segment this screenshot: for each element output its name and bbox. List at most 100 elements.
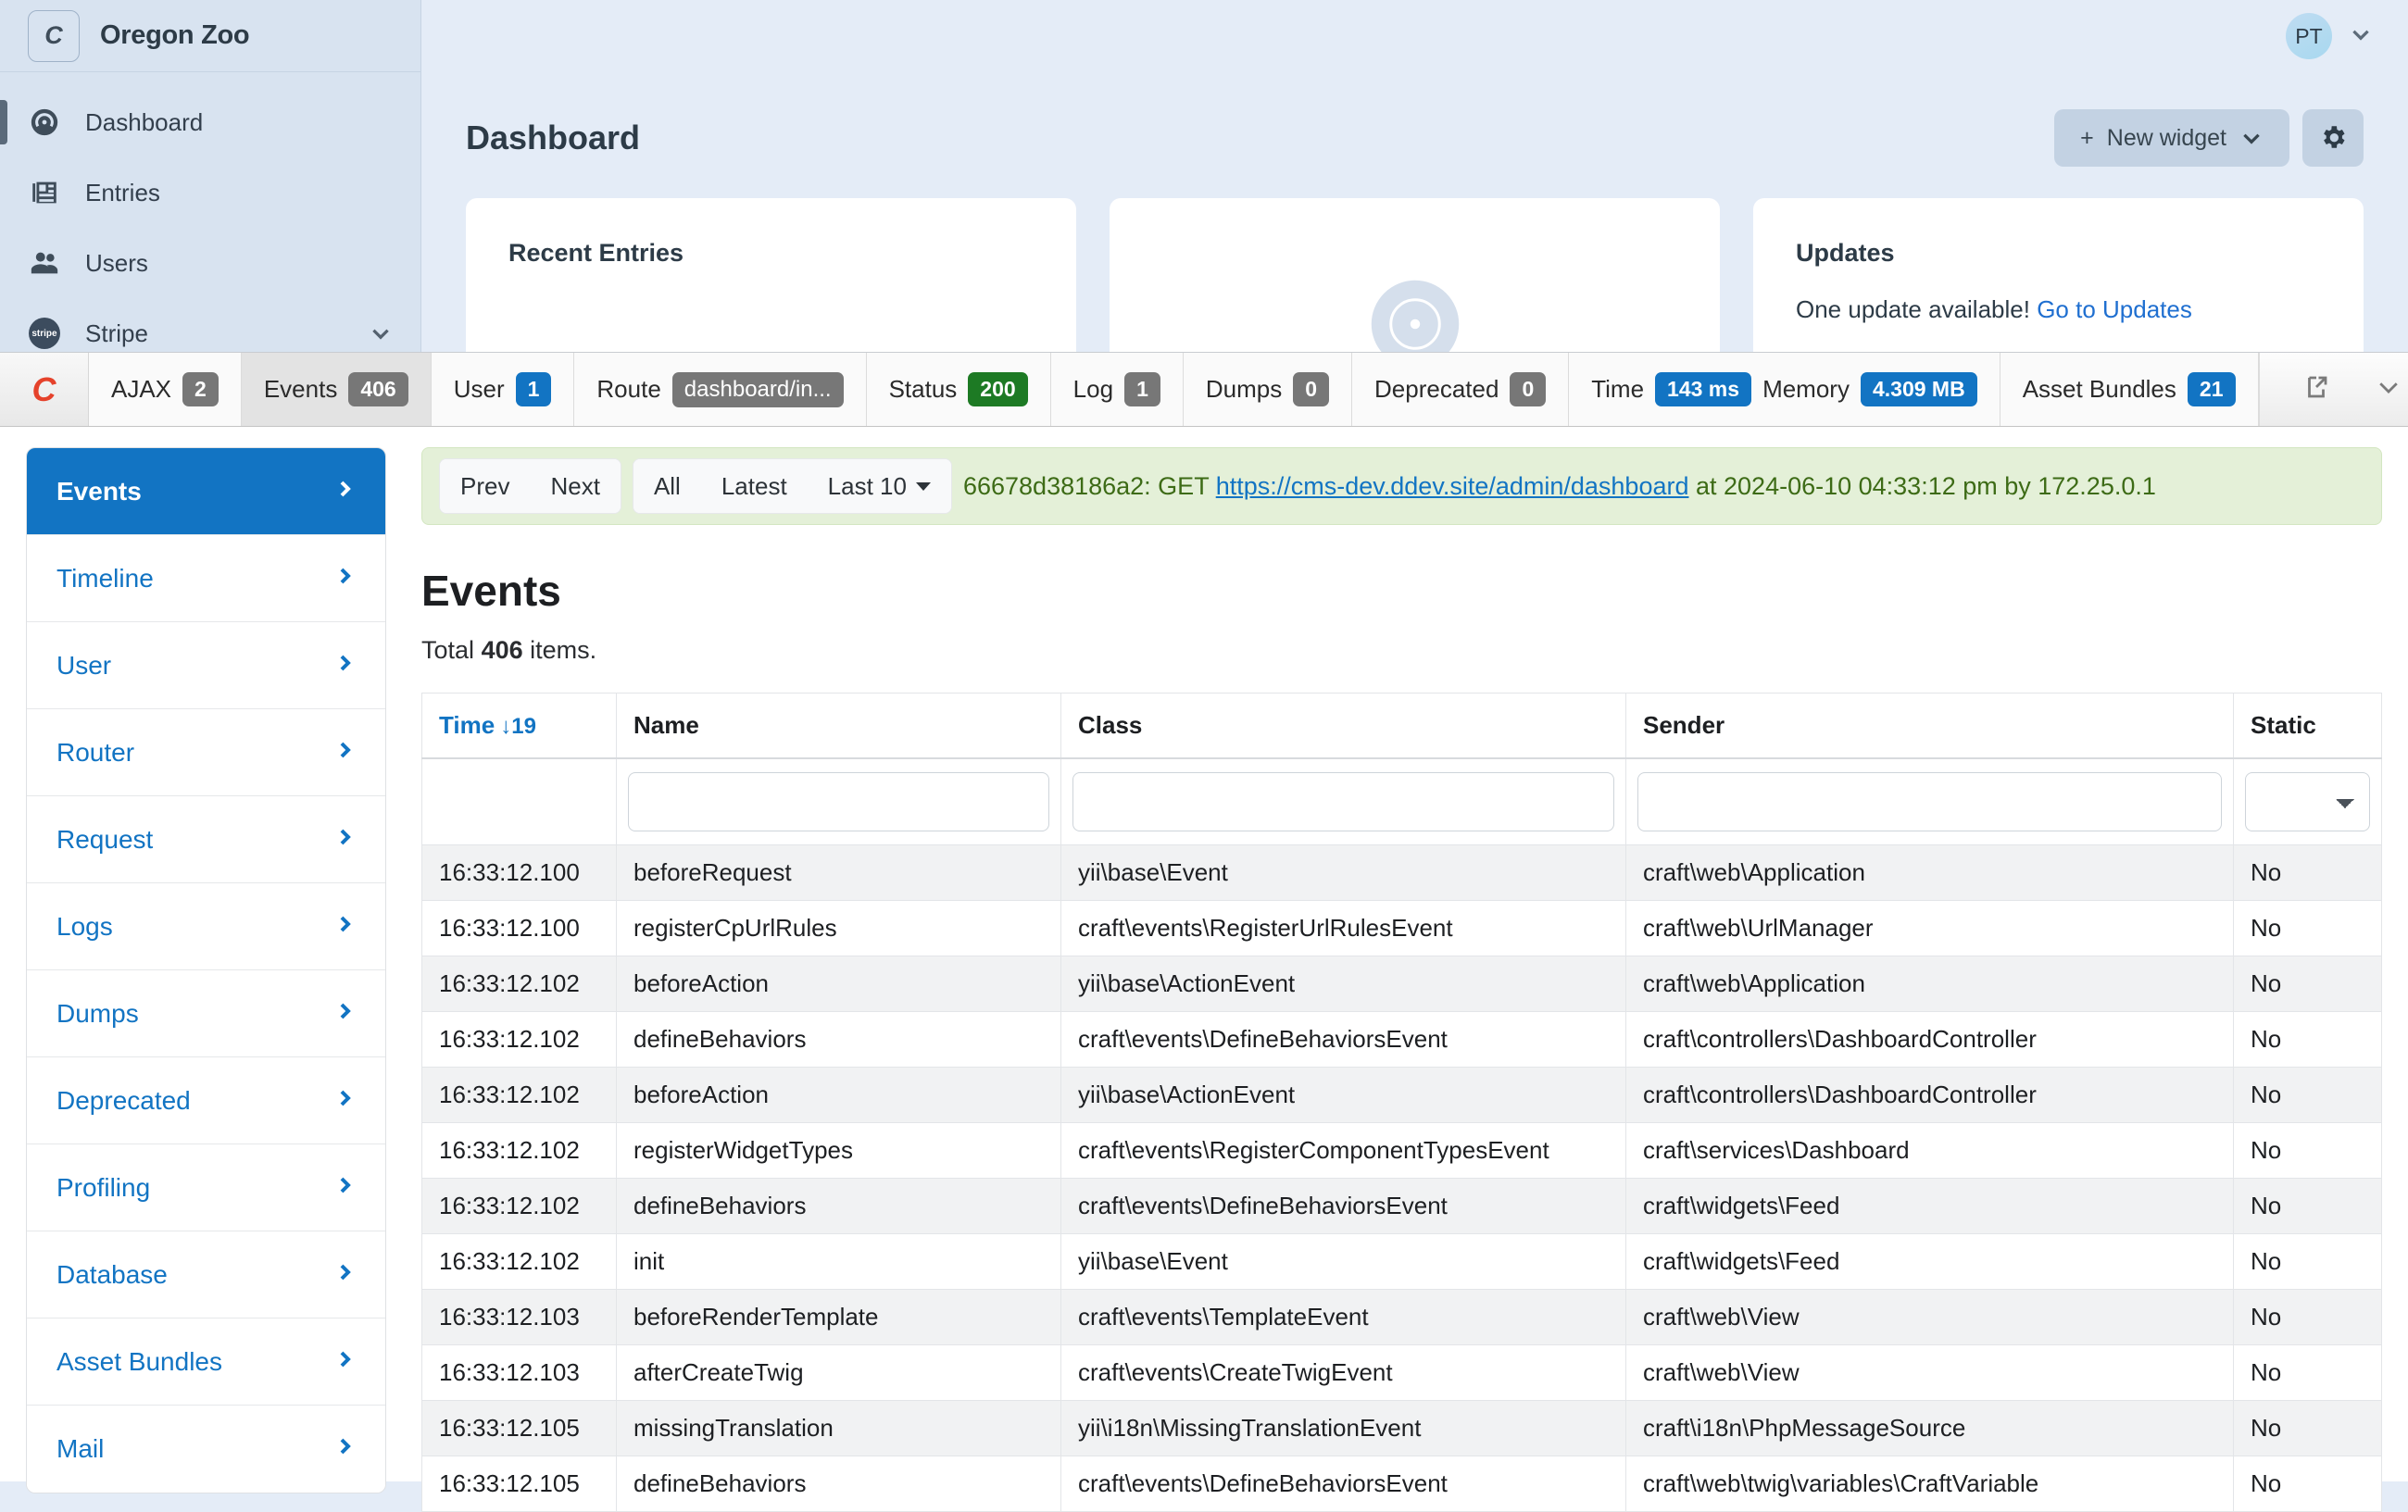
craft-debug-logo-icon[interactable]: C (0, 353, 89, 426)
toolbar-item-route[interactable]: Route dashboard/in... (574, 353, 866, 426)
toolbar-item-status[interactable]: Status 200 (867, 353, 1051, 426)
table-row[interactable]: 16:33:12.102beforeActionyii\base\ActionE… (422, 956, 2382, 1011)
cell-time: 16:33:12.105 (422, 1400, 617, 1456)
filter-select-static[interactable] (2245, 772, 2370, 831)
filter-input-sender[interactable] (1637, 772, 2222, 831)
column-header-name[interactable]: Name (617, 694, 1061, 758)
cell-name: beforeRenderTemplate (617, 1289, 1061, 1344)
widget-body: One update available! Go to Updates (1796, 295, 2321, 324)
cell-time: 16:33:12.102 (422, 1233, 617, 1289)
cell-sender: craft\web\View (1626, 1289, 2234, 1344)
chevron-down-icon[interactable] (2375, 373, 2402, 406)
time-label: Time (1591, 375, 1644, 404)
cell-sender: craft\web\View (1626, 1344, 2234, 1400)
sidebar-item-label: Stripe (85, 319, 345, 348)
table-row[interactable]: 16:33:12.100registerCpUrlRulescraft\even… (422, 900, 2382, 956)
cell-sender: craft\web\twig\variables\CraftVariable (1626, 1456, 2234, 1511)
column-header-class[interactable]: Class (1061, 694, 1626, 758)
debug-nav-events[interactable]: Events (27, 448, 385, 535)
cms-brand[interactable]: C Oregon Zoo (0, 0, 420, 72)
cell-static: No (2234, 844, 2382, 900)
toolbar-item-asset-bundles[interactable]: Asset Bundles 21 (2000, 353, 2259, 426)
toolbar-item-ajax[interactable]: AJAX 2 (89, 353, 242, 426)
debug-nav-database[interactable]: Database (27, 1231, 385, 1318)
cell-sender: craft\widgets\Feed (1626, 1178, 2234, 1233)
toolbar-item-user[interactable]: User 1 (432, 353, 575, 426)
table-row[interactable]: 16:33:12.102beforeActionyii\base\ActionE… (422, 1067, 2382, 1122)
table-row[interactable]: 16:33:12.102inityii\base\Eventcraft\widg… (422, 1233, 2382, 1289)
sort-time-link[interactable]: Time (439, 711, 495, 739)
column-header-static[interactable]: Static (2234, 694, 2382, 758)
last-10-dropdown[interactable]: Last 10 (808, 459, 951, 513)
total-prefix: Total (421, 636, 474, 664)
cell-sender: craft\i18n\PhpMessageSource (1626, 1400, 2234, 1456)
cell-time: 16:33:12.100 (422, 844, 617, 900)
table-row[interactable]: 16:33:12.102registerWidgetTypescraft\eve… (422, 1122, 2382, 1178)
cell-sender: craft\web\Application (1626, 956, 2234, 1011)
toolbar-item-log[interactable]: Log 1 (1051, 353, 1184, 426)
latest-button[interactable]: Latest (701, 459, 808, 513)
debug-nav-user[interactable]: User (27, 622, 385, 709)
settings-button[interactable] (2302, 109, 2364, 167)
new-widget-button[interactable]: + New widget (2054, 109, 2289, 167)
sidebar-item-users[interactable]: Users (0, 228, 420, 298)
filter-input-name[interactable] (628, 772, 1049, 831)
debug-nav-dumps[interactable]: Dumps (27, 970, 385, 1057)
toolbar-item-badge: 0 (1293, 372, 1329, 406)
column-header-time[interactable]: Time↓19 (422, 694, 617, 758)
debug-nav-router[interactable]: Router (27, 709, 385, 796)
prev-button[interactable]: Prev (440, 459, 530, 513)
external-link-icon[interactable] (2302, 373, 2330, 406)
request-url-link[interactable]: https://cms-dev.ddev.site/admin/dashboar… (1216, 472, 1689, 500)
debug-nav-timeline[interactable]: Timeline (27, 535, 385, 622)
toolbar-item-badge: 1 (1124, 372, 1160, 406)
chevron-right-icon (333, 738, 356, 768)
total-count: 406 (482, 636, 523, 664)
debug-nav-asset-bundles[interactable]: Asset Bundles (27, 1318, 385, 1406)
chevron-down-icon[interactable] (2349, 22, 2373, 51)
cell-time: 16:33:12.105 (422, 1456, 617, 1511)
cell-time: 16:33:12.100 (422, 900, 617, 956)
table-row[interactable]: 16:33:12.103afterCreateTwigcraft\events\… (422, 1344, 2382, 1400)
toolbar-item-events[interactable]: Events 406 (242, 353, 432, 426)
toolbar-item-time-memory[interactable]: Time 143 ms Memory 4.309 MB (1569, 353, 2000, 426)
table-row[interactable]: 16:33:12.103beforeRenderTemplatecraft\ev… (422, 1289, 2382, 1344)
debug-nav-request[interactable]: Request (27, 796, 385, 883)
debug-nav-mail[interactable]: Mail (27, 1406, 385, 1493)
chevron-right-icon (333, 999, 356, 1029)
dashboard-actions: + New widget (2054, 109, 2364, 167)
newspaper-icon (28, 176, 61, 209)
sidebar-item-entries[interactable]: Entries (0, 157, 420, 228)
table-row[interactable]: 16:33:12.102defineBehaviorscraft\events\… (422, 1011, 2382, 1067)
plus-icon: + (2080, 125, 2094, 152)
sidebar-item-dashboard[interactable]: Dashboard (0, 87, 420, 157)
avatar[interactable]: PT (2286, 13, 2332, 59)
cms-topbar: PT (421, 0, 2408, 72)
table-row[interactable]: 16:33:12.105defineBehaviorscraft\events\… (422, 1456, 2382, 1511)
total-items-text: Total 406 items. (421, 636, 2382, 665)
cell-class: yii\base\ActionEvent (1061, 956, 1626, 1011)
chevron-right-icon (333, 912, 356, 942)
sidebar-item-label: Dashboard (85, 108, 393, 137)
toolbar-item-dumps[interactable]: Dumps 0 (1184, 353, 1352, 426)
all-button[interactable]: All (633, 459, 701, 513)
filter-input-class[interactable] (1072, 772, 1614, 831)
toolbar-item-badge: 2 (182, 372, 219, 406)
debug-nav-logs[interactable]: Logs (27, 883, 385, 970)
table-row[interactable]: 16:33:12.100beforeRequestyii\base\Eventc… (422, 844, 2382, 900)
cell-static: No (2234, 1233, 2382, 1289)
toolbar-controls (2260, 353, 2408, 426)
next-button[interactable]: Next (530, 459, 620, 513)
go-to-updates-link[interactable]: Go to Updates (2037, 295, 2192, 323)
toolbar-item-deprecated[interactable]: Deprecated 0 (1352, 353, 1569, 426)
table-row[interactable]: 16:33:12.105missingTranslationyii\i18n\M… (422, 1400, 2382, 1456)
sort-desc-icon: ↓19 (500, 714, 536, 740)
column-header-sender[interactable]: Sender (1626, 694, 2234, 758)
panel-title: Events (421, 566, 2382, 616)
request-summary-text: 66678d38186a2: GET https://cms-dev.ddev.… (963, 472, 2156, 501)
table-row[interactable]: 16:33:12.102defineBehaviorscraft\events\… (422, 1178, 2382, 1233)
debug-nav-deprecated[interactable]: Deprecated (27, 1057, 385, 1144)
cell-class: craft\events\RegisterUrlRulesEvent (1061, 900, 1626, 956)
debug-nav-profiling[interactable]: Profiling (27, 1144, 385, 1231)
chevron-right-icon (333, 477, 356, 506)
